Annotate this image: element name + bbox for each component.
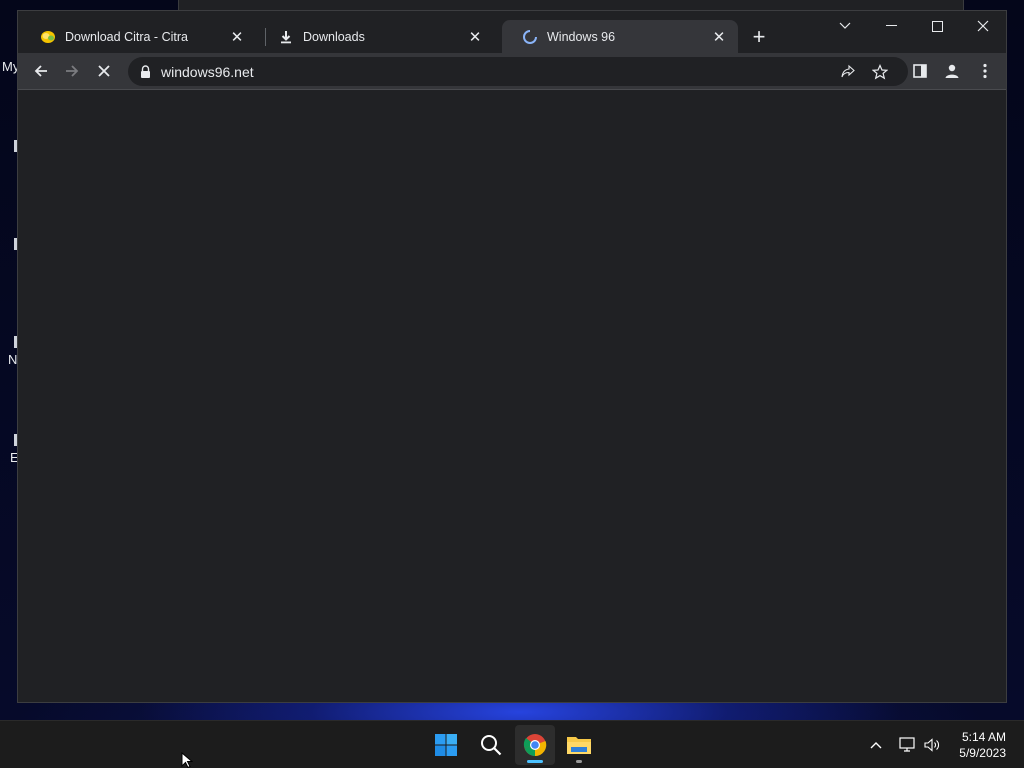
- browser-window: Download Citra - Citra ✕ Downloads ✕ Win…: [17, 10, 1007, 703]
- file-explorer-icon: [567, 737, 591, 754]
- active-app-indicator: [527, 760, 543, 763]
- bookmark-star-icon[interactable]: [869, 61, 891, 83]
- tab-downloads[interactable]: Downloads ✕: [258, 20, 494, 53]
- chevron-up-icon[interactable]: [866, 735, 886, 755]
- browser-toolbar: windows96.net: [18, 53, 1006, 90]
- stop-loading-button[interactable]: [90, 57, 118, 85]
- running-app-indicator: [576, 760, 582, 763]
- new-tab-button[interactable]: +: [747, 24, 771, 49]
- tab-title: Download Citra - Citra: [65, 29, 188, 44]
- side-panel-icon: [913, 64, 927, 78]
- start-icon: [435, 734, 457, 756]
- maximize-button[interactable]: [914, 11, 960, 41]
- close-icon: [977, 20, 989, 32]
- download-icon: [278, 29, 294, 45]
- search-icon: [481, 735, 502, 756]
- tab-windows-96[interactable]: Windows 96 ✕: [502, 20, 738, 53]
- chrome-icon: [523, 734, 547, 757]
- menu-button[interactable]: [971, 57, 999, 85]
- start-button[interactable]: [426, 725, 466, 765]
- tab-search-button[interactable]: [822, 11, 868, 41]
- mouse-cursor-icon: [181, 752, 193, 768]
- clock-time: 5:14 AM: [961, 730, 1006, 744]
- taskbar-chrome-button[interactable]: [515, 725, 555, 765]
- address-bar[interactable]: windows96.net: [128, 57, 908, 86]
- taskbar-search-button[interactable]: [471, 725, 511, 765]
- minimize-button[interactable]: [868, 11, 914, 41]
- taskbar: 5:14 AM 5/9/2023: [0, 720, 1024, 768]
- page-content-area[interactable]: [18, 91, 1006, 702]
- clock-date: 5/9/2023: [959, 746, 1006, 760]
- forward-button[interactable]: [58, 57, 86, 85]
- loading-spinner-icon: [522, 29, 538, 45]
- close-icon[interactable]: ✕: [226, 26, 248, 48]
- more-vertical-icon: [983, 63, 987, 79]
- back-button[interactable]: [27, 57, 55, 85]
- window-close-button[interactable]: [960, 11, 1006, 41]
- profile-button[interactable]: [938, 57, 966, 85]
- close-icon[interactable]: ✕: [708, 26, 730, 48]
- network-icon[interactable]: [897, 735, 917, 755]
- minimize-icon: [885, 25, 897, 26]
- side-panel-button[interactable]: [906, 57, 934, 85]
- taskbar-file-explorer-button[interactable]: [559, 725, 599, 765]
- system-clock[interactable]: 5:14 AM 5/9/2023: [959, 729, 1006, 761]
- tab-strip: Download Citra - Citra ✕ Downloads ✕ Win…: [18, 11, 1006, 53]
- volume-icon[interactable]: [922, 735, 942, 755]
- desktop-icon-label-fragment: N: [8, 352, 18, 367]
- tab-title: Downloads: [303, 29, 365, 44]
- chevron-down-icon: [839, 22, 851, 29]
- close-icon[interactable]: ✕: [464, 26, 486, 48]
- tab-download-citra[interactable]: Download Citra - Citra ✕: [20, 20, 256, 53]
- url-text[interactable]: windows96.net: [161, 64, 254, 80]
- profile-icon: [945, 64, 959, 78]
- arrow-left-icon: [34, 65, 47, 77]
- lock-icon[interactable]: [140, 64, 152, 79]
- citra-icon: [40, 29, 56, 45]
- stop-icon: [98, 65, 110, 77]
- tab-title: Windows 96: [547, 29, 616, 44]
- share-icon[interactable]: [837, 61, 859, 83]
- arrow-right-icon: [66, 65, 79, 77]
- maximize-icon: [931, 20, 943, 32]
